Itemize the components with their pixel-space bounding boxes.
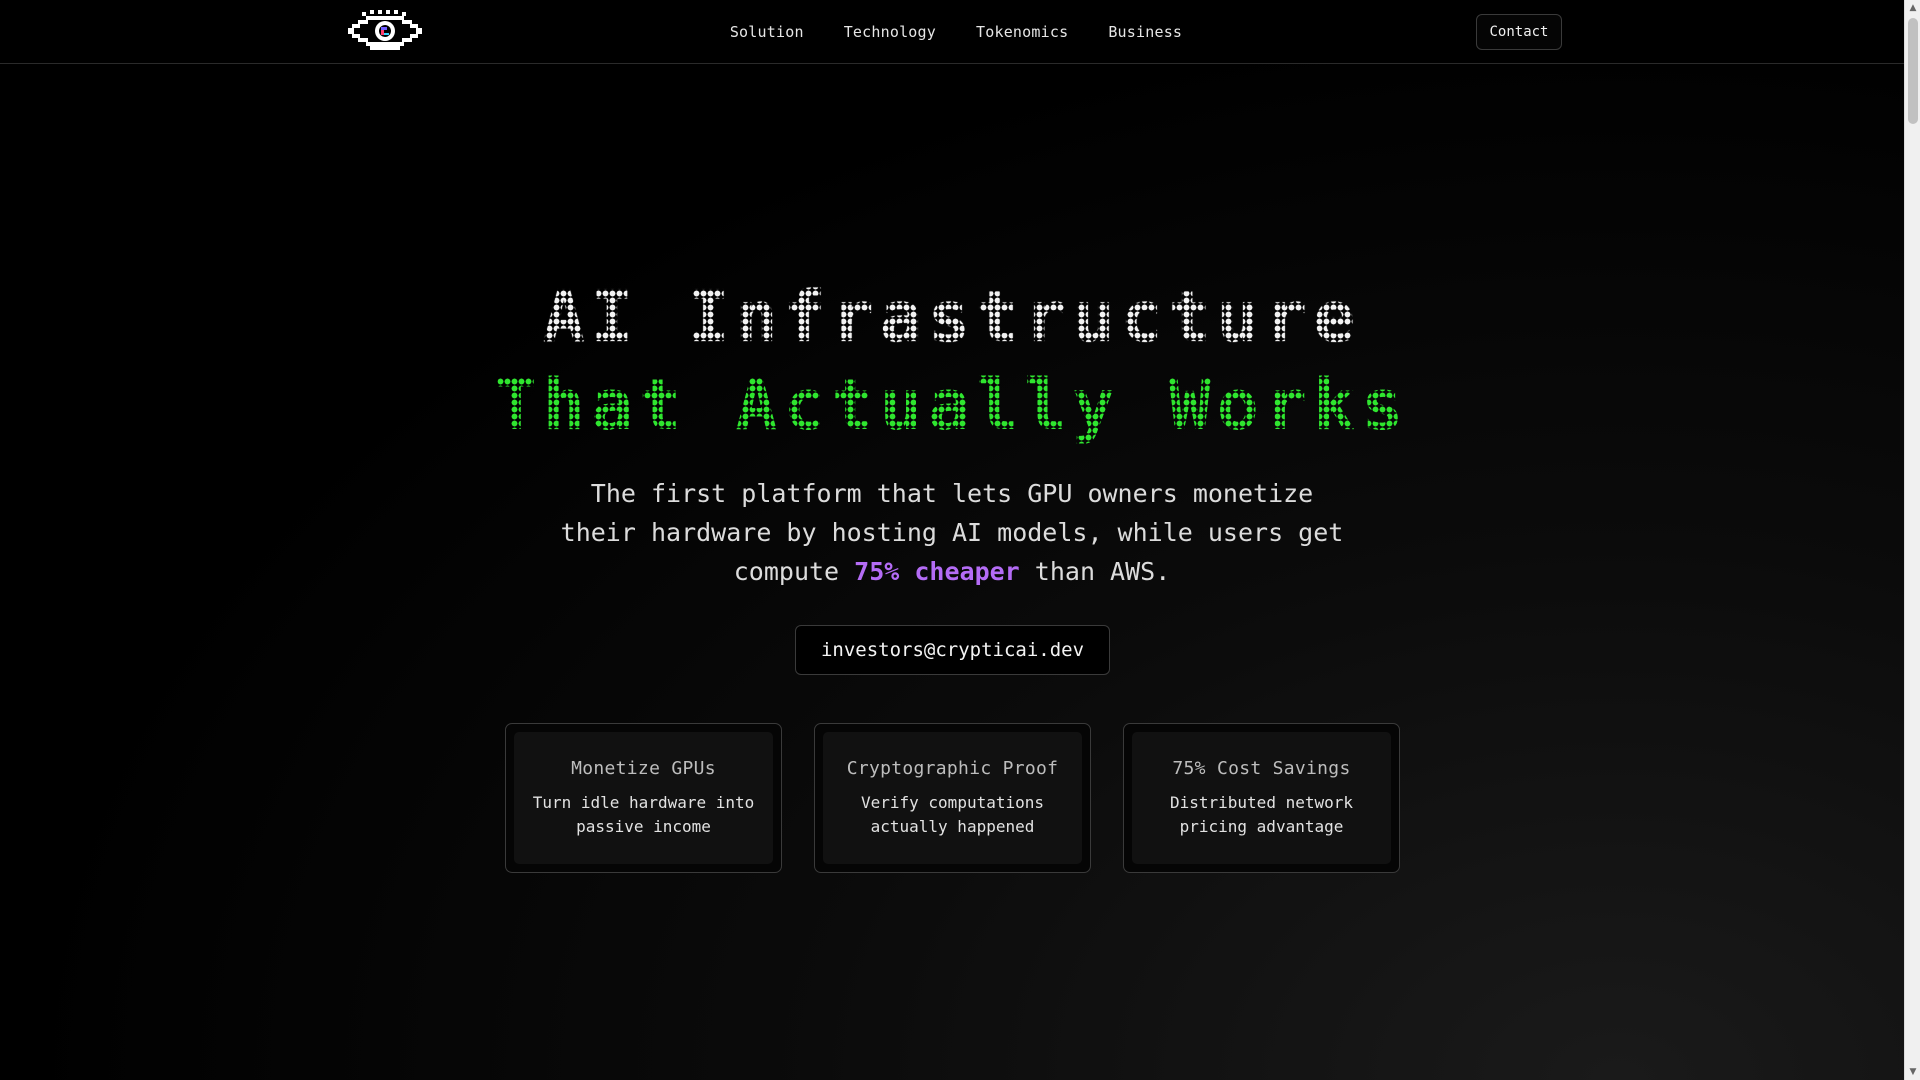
hero-title-line2: That Actually Works <box>494 364 1410 446</box>
feature-card-title: Monetize GPUs <box>571 758 716 779</box>
contact-button[interactable]: Contact <box>1476 14 1562 50</box>
page: Solution Technology Tokenomics Business … <box>0 0 1904 1080</box>
hero-title-line1: AI Infrastructure <box>542 276 1362 358</box>
feature-card-title: Cryptographic Proof <box>846 758 1059 779</box>
nav-business[interactable]: Business <box>1108 23 1182 41</box>
feature-card-description: Turn idle hardware into passive income <box>532 793 755 836</box>
investor-email-button[interactable]: investors@crypticai.dev <box>795 625 1110 675</box>
scroll-up-arrow-icon[interactable]: ▲ <box>1905 0 1920 16</box>
feature-card-inner: 75% Cost Savings Distributed network pri… <box>1132 732 1391 864</box>
scrollbar-thumb[interactable] <box>1908 18 1918 124</box>
hero-subtitle: The first platform that lets GPU owners … <box>560 474 1344 591</box>
subtitle-text-end: than AWS. <box>1019 557 1171 586</box>
feature-card-inner: Monetize GPUs Turn idle hardware into pa… <box>514 732 773 864</box>
nav-technology[interactable]: Technology <box>844 23 936 41</box>
pixel-eye-icon[interactable] <box>348 10 422 54</box>
subtitle-highlight: 75% cheaper <box>854 557 1020 586</box>
scroll-down-arrow-icon[interactable]: ▼ <box>1905 1064 1920 1080</box>
main-nav: Solution Technology Tokenomics Business <box>0 0 1904 64</box>
feature-card-inner: Cryptographic Proof Verify computations … <box>823 732 1082 864</box>
feature-card-description: Distributed network pricing advantage <box>1169 793 1354 836</box>
top-header: Solution Technology Tokenomics Business … <box>0 0 1904 64</box>
nav-tokenomics[interactable]: Tokenomics <box>976 23 1068 41</box>
nav-solution[interactable]: Solution <box>730 23 804 41</box>
feature-card-savings: 75% Cost Savings Distributed network pri… <box>1123 723 1400 873</box>
feature-card-monetize: Monetize GPUs Turn idle hardware into pa… <box>505 723 782 873</box>
feature-card-proof: Cryptographic Proof Verify computations … <box>814 723 1091 873</box>
feature-card-description: Verify computations actually happened <box>860 793 1045 836</box>
vertical-scrollbar[interactable]: ▲ ▼ <box>1904 0 1920 1080</box>
feature-card-title: 75% Cost Savings <box>1172 758 1351 779</box>
